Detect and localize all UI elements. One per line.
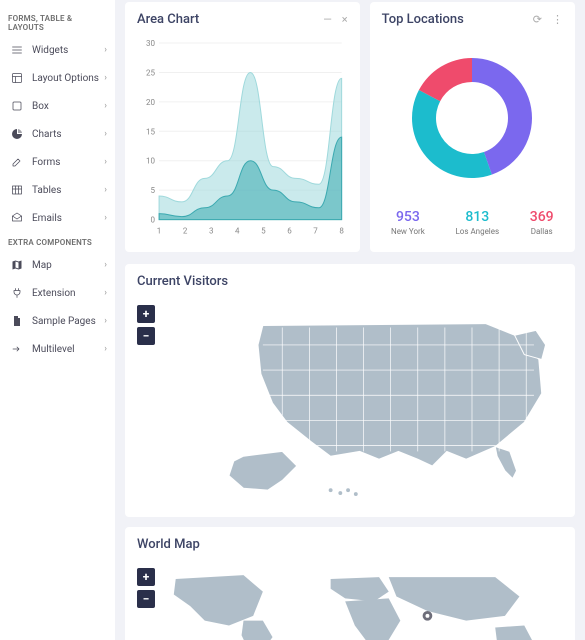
chevron-right-icon: ›: [104, 73, 107, 83]
sidebar-item-label: Charts: [32, 129, 104, 140]
world-map[interactable]: [137, 566, 563, 640]
chevron-right-icon: ›: [104, 288, 107, 298]
svg-text:20: 20: [146, 98, 156, 107]
chevron-right-icon: ›: [104, 344, 107, 354]
zoom-out-button[interactable]: −: [137, 590, 155, 608]
sidebar-item-label: Forms: [32, 157, 104, 168]
sidebar-section-forms: FORMS, TABLE & LAYOUTS: [0, 8, 115, 36]
sidebar-item-map[interactable]: Map ›: [0, 251, 115, 279]
card-tools: ⟳ ⋮: [533, 13, 563, 26]
location-name: Los Angeles: [455, 227, 499, 236]
refresh-icon[interactable]: ⟳: [533, 13, 542, 26]
sidebar-item-label: Widgets: [32, 45, 104, 56]
close-icon[interactable]: ×: [342, 13, 348, 26]
svg-text:3: 3: [209, 227, 214, 236]
edit-icon: [8, 156, 26, 168]
svg-text:1: 1: [157, 227, 162, 236]
sidebar-item-layout-options[interactable]: Layout Options ›: [0, 64, 115, 92]
chevron-right-icon: ›: [104, 213, 107, 223]
location-stat: 813 Los Angeles: [455, 209, 499, 236]
usa-map[interactable]: [137, 303, 563, 503]
sidebar-item-label: Multilevel: [32, 344, 104, 355]
sidebar-item-widgets[interactable]: Widgets ›: [0, 36, 115, 64]
zoom-in-button[interactable]: +: [137, 305, 155, 323]
mail-icon: [8, 212, 26, 224]
chevron-right-icon: ›: [104, 316, 107, 326]
svg-text:7: 7: [313, 227, 318, 236]
world-map-card: World Map + −: [125, 527, 575, 640]
area-chart-body: 0 5 10 15 20 25 30 1 2 3 4 5 6 7 8: [125, 33, 360, 252]
svg-text:25: 25: [146, 68, 156, 77]
chevron-right-icon: ›: [104, 260, 107, 270]
sidebar-item-charts[interactable]: Charts ›: [0, 120, 115, 148]
world-map-title: World Map: [137, 537, 200, 552]
layout-icon: [8, 72, 26, 84]
locations-row: 953 New York 813 Los Angeles 369 Dallas: [370, 203, 575, 236]
table-icon: [8, 184, 26, 196]
pie-icon: [8, 128, 26, 140]
zoom-out-button[interactable]: −: [137, 327, 155, 345]
sidebar-item-label: Extension: [32, 288, 104, 299]
sidebar-item-box[interactable]: Box ›: [0, 92, 115, 120]
current-visitors-card: Current Visitors + −: [125, 264, 575, 517]
svg-text:30: 30: [146, 39, 156, 48]
sidebar-item-label: Map: [32, 260, 104, 271]
more-icon[interactable]: ⋮: [552, 13, 563, 26]
sidebar: FORMS, TABLE & LAYOUTS Widgets › Layout …: [0, 0, 115, 640]
location-value: 953: [391, 209, 425, 225]
svg-text:8: 8: [339, 227, 344, 236]
svg-text:4: 4: [235, 227, 240, 236]
sidebar-item-label: Sample Pages: [32, 316, 104, 327]
top-locations-title: Top Locations: [382, 12, 464, 27]
chevron-right-icon: ›: [104, 45, 107, 55]
donut-chart-wrap: [370, 39, 575, 203]
location-value: 813: [455, 209, 499, 225]
chevron-right-icon: ›: [104, 129, 107, 139]
menu-icon: [8, 44, 26, 56]
card-tools: — ×: [323, 13, 347, 26]
location-name: New York: [391, 227, 425, 236]
zoom-in-button[interactable]: +: [137, 568, 155, 586]
sidebar-item-sample-pages[interactable]: Sample Pages ›: [0, 307, 115, 335]
location-stat: 953 New York: [391, 209, 425, 236]
area-chart-card: Area Chart — × 0 5 10 15 20 25 30 1 2 3 4 5 6 7 8: [125, 2, 360, 252]
svg-text:5: 5: [261, 227, 266, 236]
minimize-icon[interactable]: —: [323, 13, 332, 26]
area-chart-title: Area Chart: [137, 12, 199, 27]
svg-text:0: 0: [151, 216, 156, 225]
sidebar-item-label: Tables: [32, 185, 104, 196]
area-chart: 0 5 10 15 20 25 30 1 2 3 4 5 6 7 8: [137, 37, 348, 238]
share-icon: [8, 343, 26, 355]
location-value: 369: [530, 209, 554, 225]
sidebar-item-label: Box: [32, 101, 104, 112]
location-stat: 369 Dallas: [530, 209, 554, 236]
sidebar-section-extra: EXTRA COMPONENTS: [0, 232, 115, 251]
donut-chart: [397, 43, 547, 193]
svg-text:2: 2: [183, 227, 188, 236]
svg-text:10: 10: [146, 157, 156, 166]
sidebar-item-multilevel[interactable]: Multilevel ›: [0, 335, 115, 363]
top-locations-card: Top Locations ⟳ ⋮ 953 New York 813 Los An…: [370, 2, 575, 252]
sidebar-item-forms[interactable]: Forms ›: [0, 148, 115, 176]
sidebar-item-extension[interactable]: Extension ›: [0, 279, 115, 307]
map-icon: [8, 259, 26, 271]
content: Area Chart — × 0 5 10 15 20 25 30 1 2 3 4 5 6 7 8 Top …: [115, 0, 585, 640]
current-visitors-title: Current Visitors: [137, 274, 228, 289]
svg-text:15: 15: [146, 127, 156, 136]
chevron-right-icon: ›: [104, 185, 107, 195]
plug-icon: [8, 287, 26, 299]
chevron-right-icon: ›: [104, 157, 107, 167]
chevron-right-icon: ›: [104, 101, 107, 111]
sidebar-item-label: Layout Options: [32, 73, 104, 84]
sidebar-item-tables[interactable]: Tables ›: [0, 176, 115, 204]
file-icon: [8, 315, 26, 327]
box-icon: [8, 100, 26, 112]
sidebar-item-label: Emails: [32, 213, 104, 224]
location-name: Dallas: [530, 227, 554, 236]
svg-text:6: 6: [287, 227, 292, 236]
svg-text:5: 5: [151, 186, 156, 195]
sidebar-item-emails[interactable]: Emails ›: [0, 204, 115, 232]
